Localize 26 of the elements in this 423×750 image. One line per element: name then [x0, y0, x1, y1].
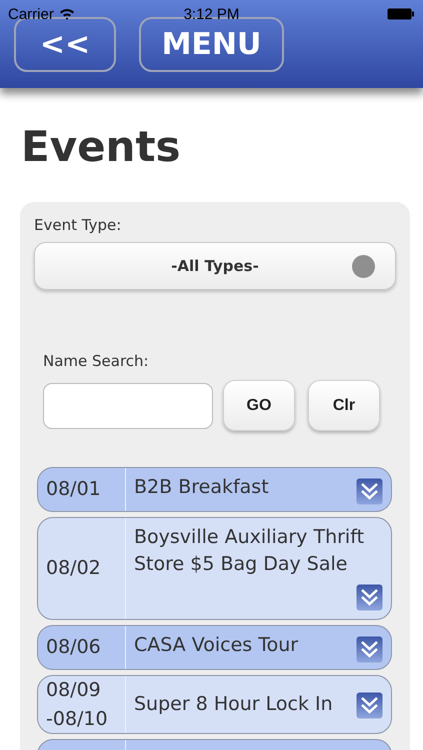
event-date: 08/06 — [46, 635, 102, 660]
event-title: B2B Breakfast — [134, 475, 270, 500]
event-row[interactable]: 08/09 -08/10 Super 8 Hour Lock In — [37, 675, 392, 734]
page-title: Events — [21, 126, 182, 168]
clear-button[interactable]: Clr — [308, 380, 380, 431]
event-date: 08/09 -08/10 — [46, 678, 109, 732]
battery-icon — [387, 8, 415, 20]
event-row[interactable]: 08/02 Boysville Auxiliary Thrift Store $5 Bag Day Sale — [37, 517, 392, 620]
event-date: 08/01 — [46, 477, 102, 502]
name-search-field[interactable] — [43, 382, 213, 428]
field-label: Name Search: — [43, 352, 150, 370]
expand-chevron-icon[interactable] — [356, 478, 383, 505]
event-row[interactable]: 08/06 CASA Voices Tour — [37, 625, 392, 670]
event-date: 08/02 — [46, 556, 102, 582]
go-button[interactable]: GO — [223, 380, 295, 431]
event-title: CASA Voices Tour — [134, 633, 300, 658]
expand-chevron-icon[interactable] — [356, 692, 383, 720]
event-type-dropdown[interactable]: -All Types- — [34, 242, 396, 290]
expand-chevron-icon[interactable] — [356, 636, 383, 664]
field-label: Event Type: — [34, 216, 122, 234]
event-title: Boysville Auxiliary Thrift Store $5 Bag Day Sale — [134, 525, 366, 577]
wifi-icon — [58, 8, 75, 20]
event-title: Super 8 Hour Lock In — [134, 692, 334, 718]
event-row[interactable]: 08/01 B2B Breakfast — [37, 467, 392, 512]
dropdown-indicator-icon — [352, 255, 375, 278]
expand-chevron-icon[interactable] — [356, 584, 383, 612]
